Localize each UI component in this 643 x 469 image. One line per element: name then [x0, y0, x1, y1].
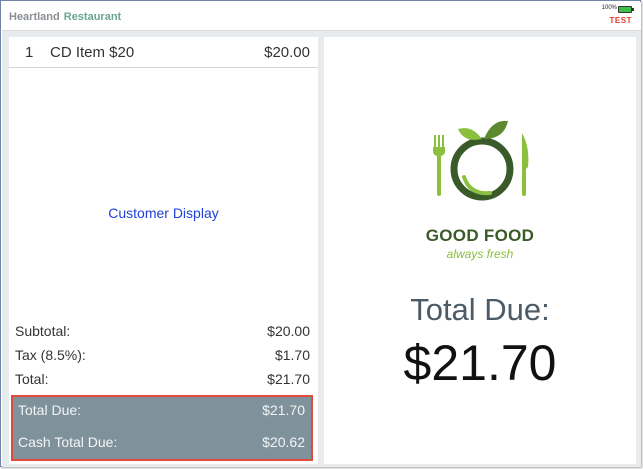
test-mode-badge: TEST	[609, 16, 632, 25]
app-window: Heartland Restaurant 100% TEST 1 CD Item …	[0, 0, 641, 467]
app-brand: Heartland Restaurant	[9, 11, 121, 23]
cash-total-due-row: Cash Total Due: $20.62	[13, 434, 311, 458]
fork-icon	[433, 135, 445, 196]
customer-facing-panel: GOOD FOOD always fresh Total Due: $21.70	[324, 37, 636, 464]
total-due-amount: $21.70	[403, 335, 557, 391]
brand-primary: Heartland	[9, 11, 60, 23]
item-quantity: 1	[25, 44, 34, 61]
subtotal-value: $20.00	[267, 323, 310, 339]
order-line-item[interactable]: 1 CD Item $20 $20.00	[9, 37, 318, 68]
total-due-value: $21.70	[262, 402, 305, 418]
subtotal-row: Subtotal: $20.00	[9, 320, 318, 344]
item-price: $20.00	[264, 44, 310, 61]
leaf-icon	[458, 120, 508, 140]
main-content: 1 CD Item $20 $20.00 Customer Display Su…	[2, 31, 641, 467]
order-panel: 1 CD Item $20 $20.00 Customer Display Su…	[9, 37, 318, 464]
battery-icon	[618, 6, 634, 13]
cash-total-due-label: Cash Total Due:	[18, 434, 118, 450]
brand-secondary: Restaurant	[63, 11, 122, 23]
tax-value: $1.70	[274, 347, 310, 363]
cash-total-due-value: $20.62	[262, 434, 305, 450]
subtotal-label: Subtotal:	[15, 323, 71, 339]
battery-percentage: 100%	[601, 5, 617, 11]
tax-label: Tax (8.5%):	[15, 347, 86, 363]
total-due-heading: Total Due:	[410, 292, 550, 327]
item-name: CD Item $20	[50, 44, 135, 61]
total-label: Total:	[15, 371, 49, 387]
knife-icon	[522, 133, 529, 196]
total-value: $21.70	[267, 371, 310, 387]
amount-due-panel: Total Due: $21.70 Cash Total Due: $20.62	[11, 395, 313, 461]
total-row: Total: $21.70	[9, 368, 318, 392]
logo-title: GOOD FOOD	[425, 226, 535, 245]
customer-display-link[interactable]: Customer Display	[9, 205, 318, 221]
tax-row: Tax (8.5%): $1.70	[9, 344, 318, 368]
total-due-label: Total Due:	[18, 402, 82, 418]
total-due-row: Total Due: $21.70	[13, 402, 311, 426]
totals-summary: Subtotal: $20.00 Tax (8.5%): $1.70 Total…	[9, 320, 318, 392]
logo-tagline: always fresh	[446, 247, 514, 261]
status-bar: Heartland Restaurant 100% TEST	[2, 2, 641, 31]
plate-icon	[450, 137, 514, 201]
